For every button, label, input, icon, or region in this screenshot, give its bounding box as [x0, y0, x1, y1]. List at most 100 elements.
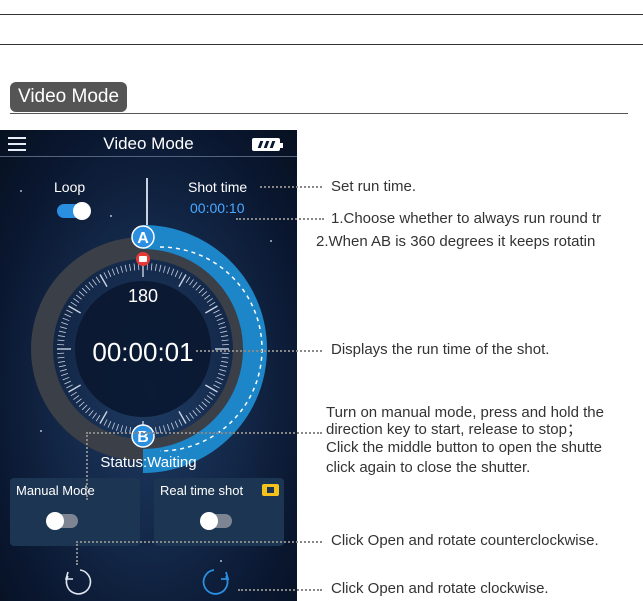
cw-arrowhead [221, 571, 230, 580]
dial-tick [120, 265, 123, 273]
dial-tick [150, 263, 153, 271]
dial-tick [209, 301, 216, 307]
dial-tick [95, 415, 101, 422]
dial-tick [206, 298, 213, 303]
status-text: Status:Waiting [100, 454, 197, 471]
dial-tick [64, 313, 71, 318]
annotation-manual-line4: click again to close the shutter. [326, 459, 531, 476]
dial-tick [133, 263, 136, 271]
dial-tick [189, 279, 194, 286]
dial-tick [154, 263, 157, 272]
cw-arrow-icon [202, 569, 229, 595]
leader-ccw-vertical [76, 541, 78, 565]
dial-tick [116, 424, 119, 431]
dial-tick [209, 391, 216, 397]
annotation-set-run-time: Set run time. [331, 178, 417, 195]
annotation-cw: Click Open and rotate clockwise. [331, 580, 549, 597]
leader-manual [86, 432, 322, 434]
dial-tick [201, 401, 208, 407]
dial-tick [215, 313, 222, 318]
section-tag: Video Mode [10, 82, 128, 112]
dial-tick [163, 265, 166, 273]
dial-tick [198, 404, 205, 411]
real-time-shot-toggle[interactable] [200, 512, 232, 530]
dial-tick [66, 309, 73, 314]
dial-tick [192, 410, 198, 417]
dial-tick [103, 419, 108, 426]
dial-tick [61, 322, 68, 325]
dial-tick [204, 398, 211, 404]
dial-tick [215, 380, 222, 385]
angle-readout: 180 [128, 286, 158, 306]
dial-tick [62, 376, 70, 381]
dial-tick [167, 267, 170, 274]
dial-tick [75, 294, 82, 300]
dial-tick [174, 270, 179, 277]
app-screenshot: Video Mode Loop Shot time 00:00:10 A B 1… [0, 130, 297, 601]
dial-tick [92, 412, 97, 419]
dial-tick [85, 284, 91, 291]
camera-body [139, 256, 147, 262]
dial-tick [58, 330, 66, 333]
dial-tick [103, 272, 108, 279]
dial-tick [70, 301, 77, 307]
dial-tick [218, 322, 225, 325]
dial-tick [213, 309, 220, 314]
dial-tick [88, 410, 94, 417]
annotation-run-time: Displays the run time of the shot. [331, 341, 550, 358]
dial-tick [124, 264, 127, 272]
annotation-manual-line3: Click the middle button to open the shut… [326, 439, 603, 456]
dial-tick [116, 267, 119, 274]
dial-tick [159, 264, 162, 272]
annotation-manual-line1: Turn on manual mode, press and hold the [326, 404, 604, 421]
ccw-arrow-icon [65, 569, 92, 595]
dial-tick [219, 369, 227, 372]
dial-tick [204, 294, 211, 300]
dial-tick [218, 373, 225, 376]
dial-tick [174, 421, 179, 428]
manual-mode-card[interactable]: Manual Mode [10, 478, 140, 546]
dial-tick [178, 272, 183, 279]
real-time-shot-label: Real time shot [160, 483, 244, 498]
dial-tick [70, 391, 77, 397]
leader-set-run-time [260, 186, 322, 188]
leader-manual-vertical [86, 432, 88, 500]
toggle-knob [46, 512, 64, 530]
dial-tick [220, 365, 228, 368]
dial-tick [170, 268, 175, 276]
annotation-ccw: Click Open and rotate counterclockwise. [331, 532, 599, 549]
dial-tick [213, 384, 220, 389]
header-rule [0, 44, 643, 45]
dial-tick [219, 326, 227, 329]
dial-tick [189, 412, 194, 419]
dial-tick [178, 419, 183, 426]
dial-tick [64, 380, 71, 385]
dial-tick [201, 291, 208, 297]
dial-tick [220, 335, 229, 338]
dial-tick [88, 281, 94, 288]
dial-tick [59, 326, 67, 329]
dial-tick [58, 365, 66, 368]
leader-cw [238, 589, 322, 591]
dial-tick [92, 279, 97, 286]
dial-tick [198, 287, 205, 294]
dial-tick [195, 407, 201, 414]
dial-tick [107, 421, 112, 428]
dial-tick [78, 291, 85, 297]
dial-tick [95, 276, 101, 283]
leader-ccw [76, 541, 322, 543]
dial-tick [78, 401, 85, 407]
dial-tick [221, 356, 229, 359]
dial-tick [220, 360, 229, 363]
section-underline [10, 113, 628, 114]
dial-tick [216, 376, 224, 381]
manual-mode-toggle[interactable] [46, 512, 78, 530]
dial-tick [73, 298, 80, 303]
leader-ab [236, 218, 324, 220]
dial-tick [57, 360, 66, 363]
dial-tick [185, 415, 191, 422]
dial-tick [62, 317, 70, 322]
dial-tick [57, 335, 66, 338]
top-rule [0, 14, 643, 15]
dial-tick [111, 268, 116, 276]
